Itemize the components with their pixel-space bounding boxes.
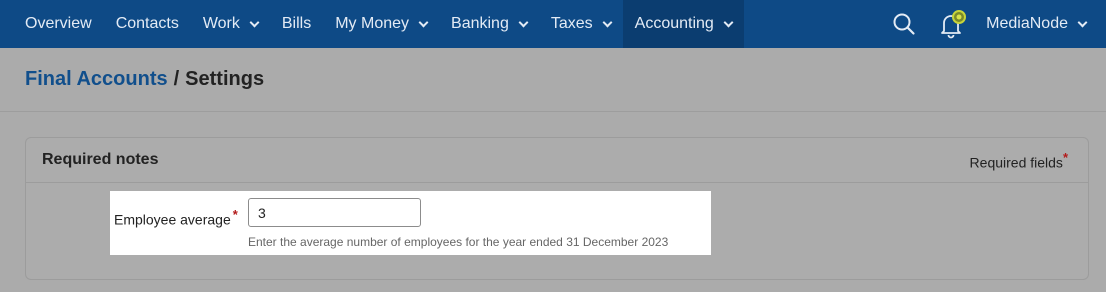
nav-item-work[interactable]: Work <box>191 0 270 48</box>
page-title: Settings <box>185 68 265 90</box>
search-icon <box>893 13 915 35</box>
notifications-button[interactable] <box>928 0 976 48</box>
user-menu[interactable]: MediaNode <box>976 0 1106 48</box>
nav-right-group: MediaNode <box>880 0 1106 48</box>
nav-item-overview[interactable]: Overview <box>0 0 104 48</box>
employee-average-input[interactable] <box>248 198 421 227</box>
required-marker: * <box>232 207 238 222</box>
bell-icon <box>941 10 967 39</box>
nav-item-label: Taxes <box>550 15 593 32</box>
chevron-down-icon <box>249 17 260 27</box>
nav-item-bills[interactable]: Bills <box>270 0 323 48</box>
panel-title: Required notes <box>42 151 159 168</box>
nav-item-contacts[interactable]: Contacts <box>104 0 191 48</box>
chevron-down-icon <box>418 17 429 27</box>
panel-header: Required notes Required fields* <box>26 138 1088 183</box>
nav-item-accounting[interactable]: Accounting <box>622 0 744 48</box>
nav-item-label: Work <box>202 15 240 32</box>
user-name: MediaNode <box>986 15 1068 32</box>
chevron-down-icon <box>602 17 613 27</box>
search-button[interactable] <box>880 0 928 48</box>
nav-item-taxes[interactable]: Taxes <box>539 0 623 48</box>
breadcrumb: Final Accounts / Settings <box>0 48 1106 112</box>
nav-item-label: Overview <box>25 15 92 32</box>
nav-item-label: Banking <box>451 15 509 32</box>
nav-item-banking[interactable]: Banking <box>439 0 539 48</box>
chevron-down-icon <box>723 17 734 27</box>
main-navbar: Overview Contacts Work Bills My Money Ba… <box>0 0 1106 48</box>
employee-average-help-text: Enter the average number of employees fo… <box>248 235 669 249</box>
required-fields-legend: Required fields* <box>970 150 1068 171</box>
required-fields-label: Required fields <box>969 154 1063 171</box>
required-marker: * <box>1062 149 1068 165</box>
breadcrumb-link-final-accounts[interactable]: Final Accounts <box>25 68 168 91</box>
employee-average-label: Employee average * <box>114 207 238 228</box>
nav-item-label: Bills <box>281 15 312 32</box>
employee-average-label-text: Employee average <box>114 211 231 228</box>
nav-item-label: Contacts <box>115 15 179 32</box>
chevron-down-icon <box>518 17 529 27</box>
nav-item-my-money[interactable]: My Money <box>323 0 439 48</box>
employee-average-field-group: Employee average* Enter the average numb… <box>110 191 711 255</box>
breadcrumb-separator: / <box>173 68 180 90</box>
nav-item-label: My Money <box>335 15 410 32</box>
chevron-down-icon <box>1077 17 1088 27</box>
nav-item-label: Accounting <box>634 15 714 32</box>
